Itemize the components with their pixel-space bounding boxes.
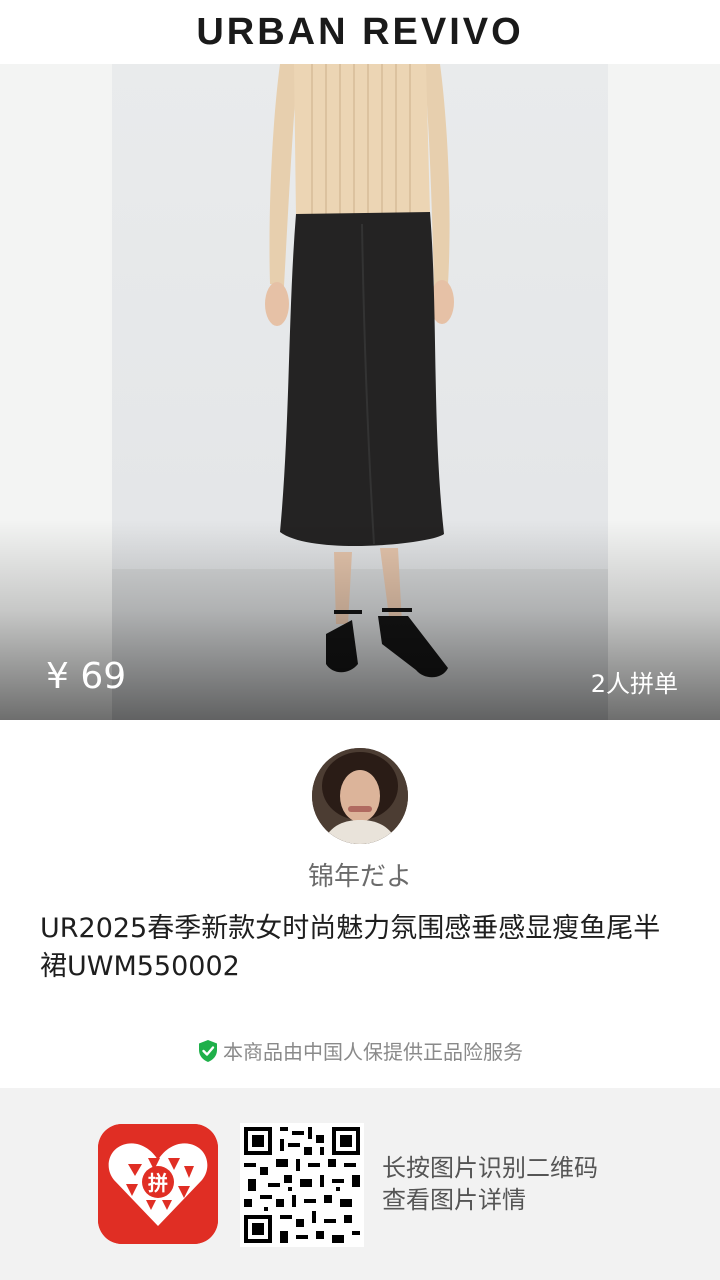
product-title: UR2025春季新款女时尚魅力氛围感垂感显瘦鱼尾半裙UWM550002 — [40, 913, 661, 982]
scan-line-1: 长按图片识别二维码 — [382, 1154, 598, 1182]
brand-logo: URBAN REVIVO — [196, 10, 524, 53]
scan-instructions: 长按图片识别二维码 查看图片详情 — [382, 1152, 598, 1216]
pinduoduo-logo-icon: 拼 — [98, 1124, 218, 1244]
group-buy-label: 2人拼单 — [590, 670, 678, 698]
guarantee-text: 本商品由中国人保提供正品险服务 — [223, 1040, 523, 1064]
product-price: ¥ 69 — [46, 656, 127, 697]
product-image[interactable]: ¥ 69 2人拼单 — [0, 64, 720, 720]
shield-check-icon — [199, 1039, 217, 1062]
scan-line-2: 查看图片详情 — [382, 1186, 526, 1214]
avatar[interactable] — [312, 748, 408, 844]
seller-username: 锦年だよ — [307, 862, 412, 892]
app-logo-text: 拼 — [148, 1171, 168, 1195]
qr-code-icon[interactable] — [240, 1123, 364, 1247]
guarantee-notice: 本商品由中国人保提供正品险服务 — [0, 1036, 720, 1065]
share-footer: 拼 长按图片识别二维码 查看图片详情 — [0, 1088, 720, 1280]
